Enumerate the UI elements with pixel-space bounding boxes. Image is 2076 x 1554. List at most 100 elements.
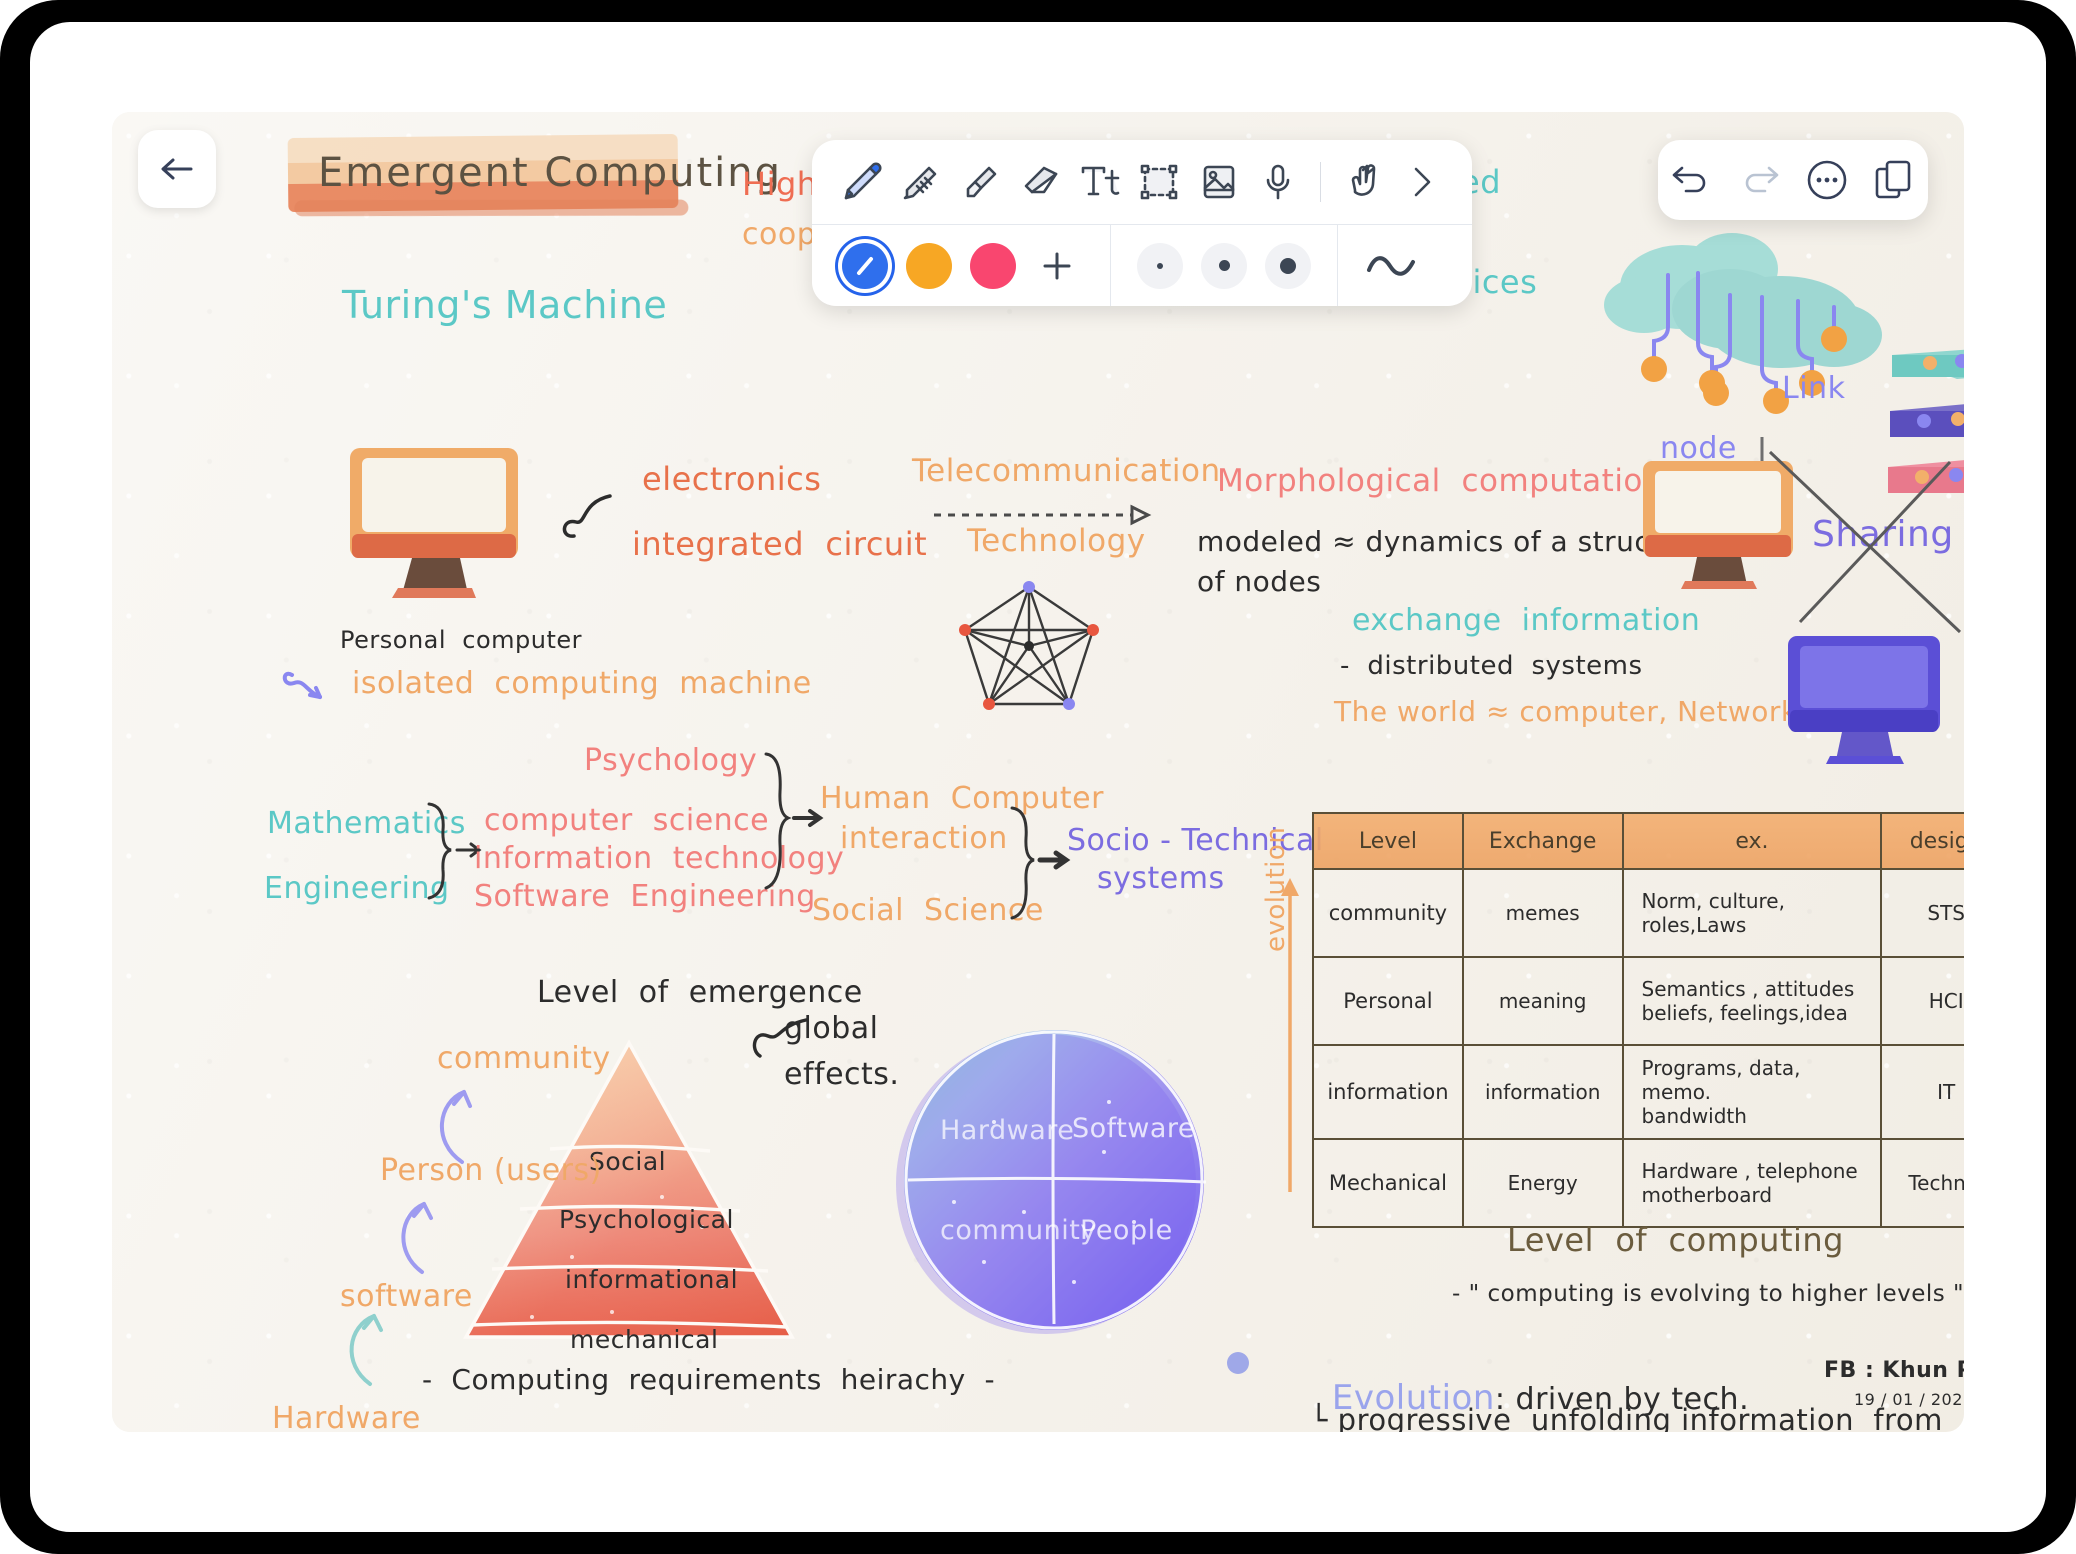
evolution-subline: └ progressive unfolding information from <box>1310 1403 1943 1432</box>
pencil-icon <box>903 166 937 200</box>
th-exchange: Exchange <box>1461 812 1624 870</box>
pen-tool[interactable] <box>834 154 890 210</box>
text-tool[interactable] <box>1072 154 1128 210</box>
hand-tool[interactable] <box>1335 154 1391 210</box>
more-options-button[interactable] <box>1799 152 1855 208</box>
wave-icon <box>1366 255 1415 276</box>
highlighter-tool[interactable] <box>953 154 1009 210</box>
color-blue[interactable] <box>842 242 888 289</box>
th-design: design <box>1880 812 1964 870</box>
hci-line-2: interaction <box>840 821 1008 856</box>
cell-ex: Norm, culture, roles,Laws <box>1621 868 1883 958</box>
microphone-tool[interactable] <box>1251 154 1307 210</box>
note-canvas[interactable]: Emergent Computing Highl coope ed device… <box>112 112 1964 1432</box>
arrow-left-icon <box>161 158 193 180</box>
smooth-stroke-toggle[interactable] <box>1337 225 1443 306</box>
redo-button[interactable] <box>1731 152 1787 208</box>
eraser-tool[interactable] <box>1013 154 1069 210</box>
ellipsis-circle-icon <box>1807 160 1847 200</box>
bullet-dot-icon <box>1227 1352 1249 1374</box>
page-controls[interactable] <box>1658 140 1928 220</box>
note-title-text: Emergent Computing <box>318 150 782 196</box>
circle-quadrant-hardware: Hardware <box>940 1115 1075 1146</box>
cell-ex: Semantics , attitudes beliefs, feelings,… <box>1621 956 1883 1046</box>
toolbar-divider <box>1320 162 1321 202</box>
image-icon <box>1203 165 1235 199</box>
drawing-toolbar[interactable] <box>812 140 1472 306</box>
morphological-heading: Morphological computation <box>1217 463 1664 499</box>
personal-computer-label: Personal computer <box>340 626 583 654</box>
world-computer-label: The world ≈ computer, Network <box>1334 695 1798 728</box>
add-color-button[interactable] <box>1034 243 1080 289</box>
circle-quadrant-people: People <box>1080 1215 1173 1246</box>
pyramid-layer-psychological: Psychological <box>559 1205 734 1234</box>
credit-label: FB : Khun Pleum <box>1824 1358 1964 1383</box>
expand-chevron[interactable] <box>1394 154 1450 210</box>
stroke-width-group[interactable] <box>1110 225 1337 306</box>
cell-exchange: meaning <box>1461 956 1624 1046</box>
pyramid-side-hardware: Hardware <box>272 1401 421 1432</box>
undo-button[interactable] <box>1664 152 1720 208</box>
selection-box-icon <box>1140 164 1178 200</box>
cell-exchange: Energy <box>1461 1138 1624 1228</box>
cell-level: community <box>1312 868 1464 958</box>
turing-heading: Turing's Machine <box>342 283 668 327</box>
modeled-line-2: of nodes <box>1197 565 1322 598</box>
table-row: community memes Norm, culture, roles,Law… <box>1312 868 1964 958</box>
brace-two-icon <box>764 752 824 890</box>
link-label: Link <box>1782 371 1846 406</box>
electronics-label: electronics <box>642 460 822 498</box>
color-orange[interactable] <box>906 242 952 289</box>
lasso-select-tool[interactable] <box>1132 154 1188 210</box>
th-level: Level <box>1312 812 1464 870</box>
circle-quadrant-community: community <box>940 1215 1097 1246</box>
eraser-icon <box>1024 166 1058 194</box>
redo-icon <box>1746 166 1779 193</box>
cell-level: information <box>1312 1044 1464 1140</box>
computer-science-label: computer science <box>484 803 770 838</box>
pyramid-layer-informational: informational <box>565 1265 739 1294</box>
stroke-width-thick[interactable] <box>1265 242 1311 289</box>
tablet-device: Emergent Computing Highl coope ed device… <box>0 0 2076 1554</box>
stroke-width-medium[interactable] <box>1201 242 1247 289</box>
connector-lines <box>1768 450 1962 634</box>
global-effects-line-2: effects. <box>784 1057 900 1092</box>
psychology-label: Psychology <box>584 743 758 778</box>
technology-label: Technology <box>967 523 1146 559</box>
table-row: information information Programs, data, … <box>1312 1044 1964 1140</box>
cell-ex: Hardware , telephone motherboard <box>1621 1138 1883 1228</box>
cell-design: HCI <box>1880 956 1964 1046</box>
image-tool[interactable] <box>1191 154 1247 210</box>
cell-level: Mechanical <box>1312 1138 1464 1228</box>
cell-design: Techno. <box>1880 1138 1964 1228</box>
level-of-emergence-label: Level of emergence <box>537 975 863 1010</box>
level-of-computing-caption: Level of computing <box>1507 1221 1844 1259</box>
level-of-computing-table: Level Exchange ex. design community meme… <box>1312 812 1964 1228</box>
pyramid-side-arrows <box>349 1090 472 1386</box>
table-row: Mechanical Energy Hardware , telephone m… <box>1312 1138 1964 1228</box>
distributed-systems-label: - distributed systems <box>1340 651 1643 681</box>
pen-icon <box>844 162 882 200</box>
highlighter-icon <box>966 166 997 198</box>
telecommunication-label: Telecommunication <box>912 453 1221 489</box>
plus-icon <box>1043 252 1071 279</box>
integrated-circuit-label: integrated circuit <box>632 525 928 563</box>
text-tt-icon <box>1081 166 1120 196</box>
computing-quote: - " computing is evolving to higher leve… <box>1452 1281 1964 1307</box>
stroke-width-thin[interactable] <box>1137 242 1183 289</box>
table-header-row: Level Exchange ex. design <box>1312 812 1964 870</box>
cell-ex: Programs, data, memo. bandwidth <box>1621 1044 1883 1140</box>
note-title[interactable]: Emergent Computing <box>287 133 798 213</box>
cell-design: IT <box>1880 1044 1964 1140</box>
back-button[interactable] <box>138 130 216 208</box>
hand-icon <box>1351 164 1376 196</box>
modeled-line-1: modeled ≈ dynamics of a structure <box>1197 525 1710 558</box>
cell-exchange: information <box>1461 1044 1624 1140</box>
evolution-axis-label: evolution <box>1261 826 1291 952</box>
pencil-tool[interactable] <box>894 154 950 210</box>
global-effects-line-1: global <box>784 1011 879 1046</box>
personal-computer-illustration <box>350 448 518 598</box>
pages-button[interactable] <box>1866 152 1922 208</box>
color-pink[interactable] <box>970 242 1016 289</box>
color-palette[interactable] <box>812 225 1110 306</box>
